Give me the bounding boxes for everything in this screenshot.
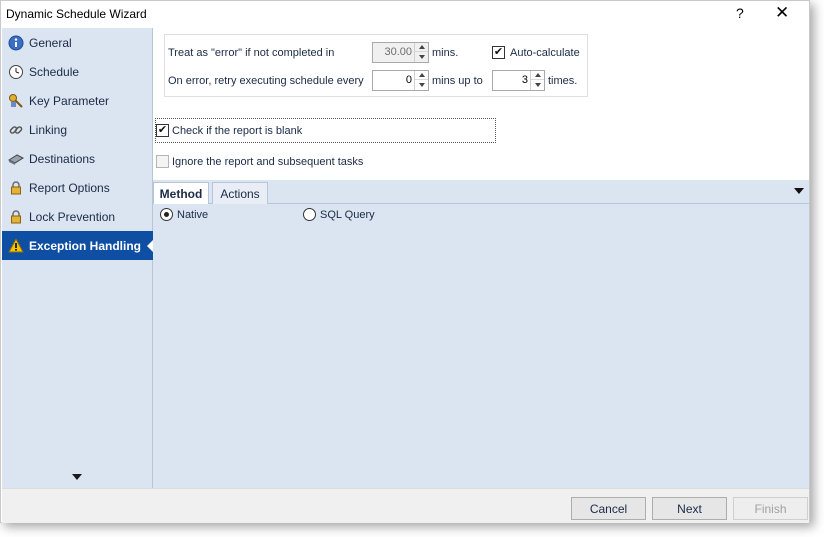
retry-interval-value: 0 [405,74,412,86]
tab-method[interactable]: Method [153,182,209,205]
footer-bar: Cancel Next Finish [2,488,809,523]
tab-label: Actions [220,186,260,201]
tabs-dropdown-icon[interactable] [794,188,804,194]
clock-icon [8,64,24,80]
info-icon [8,35,24,51]
timeout-unit-label: mins. [432,47,459,59]
checkmark-icon: ✔ [493,46,504,58]
retry-count-unit-label: times. [548,75,578,87]
title-bar: Dynamic Schedule Wizard ? ✕ [1,1,809,28]
close-button[interactable]: ✕ [775,3,789,23]
finish-button[interactable]: Finish [733,497,808,520]
spin-up-icon[interactable] [415,43,428,52]
warning-icon [8,237,24,254]
wizard-window: Dynamic Schedule Wizard ? ✕ General Sche… [0,0,810,523]
tab-label: Method [159,187,203,201]
check-blank-checkbox[interactable]: ✔ [156,124,169,137]
cancel-button[interactable]: Cancel [571,497,646,520]
spin-down-icon[interactable] [415,80,428,89]
sidebar-item-label: Key Parameter [29,93,110,108]
link-icon [8,122,24,138]
spin-down-icon[interactable] [531,80,544,89]
spin-up-icon[interactable] [415,71,428,80]
retry-interval-unit-label: mins up to [432,75,483,87]
sidebar-item-label: Destinations [29,151,96,166]
sidebar-item-report-options[interactable]: Report Options [2,173,153,202]
main-panel: Treat as "error" if not completed in 30.… [153,28,809,488]
sidebar-item-general[interactable]: General [2,28,153,57]
check-blank-label: Check if the report is blank [172,125,303,137]
checkmark-icon: ✔ [157,124,168,136]
sidebar-item-label: Lock Prevention [29,209,116,224]
method-tab-body: Native SQL Query [153,204,809,488]
sidebar-item-label: Exception Handling [29,238,142,253]
native-radio[interactable] [160,208,173,221]
next-button[interactable]: Next [652,497,727,520]
error-settings-group: Treat as "error" if not completed in 30.… [164,34,588,97]
auto-calculate-label: Auto-calculate [510,47,580,59]
window-title: Dynamic Schedule Wizard [6,7,147,21]
auto-calculate-checkbox[interactable]: ✔ [492,46,505,59]
method-tabs: Method Actions [153,180,809,205]
sidebar-item-schedule[interactable]: Schedule [2,57,153,86]
lock-icon [8,209,24,225]
sidebar-scroll-down-icon[interactable] [72,474,82,480]
tab-actions[interactable]: Actions [212,182,268,204]
native-label: Native [177,209,209,221]
ignore-report-checkbox[interactable] [156,155,169,168]
sidebar-item-label: Report Options [29,180,110,195]
sidebar-item-label: General [29,35,72,50]
sql-query-label: SQL Query [320,209,375,221]
sql-query-radio[interactable] [303,208,316,221]
ignore-report-label: Ignore the report and subsequent tasks [172,156,364,168]
sidebar-item-lock-prevention[interactable]: Lock Prevention [2,202,153,231]
lock-icon [8,180,24,196]
retry-label: On error, retry executing schedule every [168,75,364,87]
sidebar-item-linking[interactable]: Linking [2,115,153,144]
spin-down-icon[interactable] [415,52,428,61]
sidebar-item-exception-handling[interactable]: Exception Handling [2,231,154,260]
spin-up-icon[interactable] [531,71,544,80]
sidebar-item-destinations[interactable]: Destinations [2,144,153,173]
timeout-stepper[interactable]: 30.00 [372,42,429,63]
retry-count-stepper[interactable]: 3 [492,70,545,91]
key-icon [8,93,24,109]
sidebar: General Schedule Key Parameter Linking D… [2,28,154,488]
sidebar-item-label: Linking [29,122,68,137]
sidebar-item-key-parameter[interactable]: Key Parameter [2,86,153,115]
help-button[interactable]: ? [736,5,744,21]
retry-interval-stepper[interactable]: 0 [372,70,429,91]
retry-count-value: 3 [521,74,528,86]
sidebar-item-label: Schedule [29,64,80,79]
destinations-icon [8,151,24,167]
timeout-value: 30.00 [384,46,412,58]
treat-error-label: Treat as "error" if not completed in [168,47,335,59]
